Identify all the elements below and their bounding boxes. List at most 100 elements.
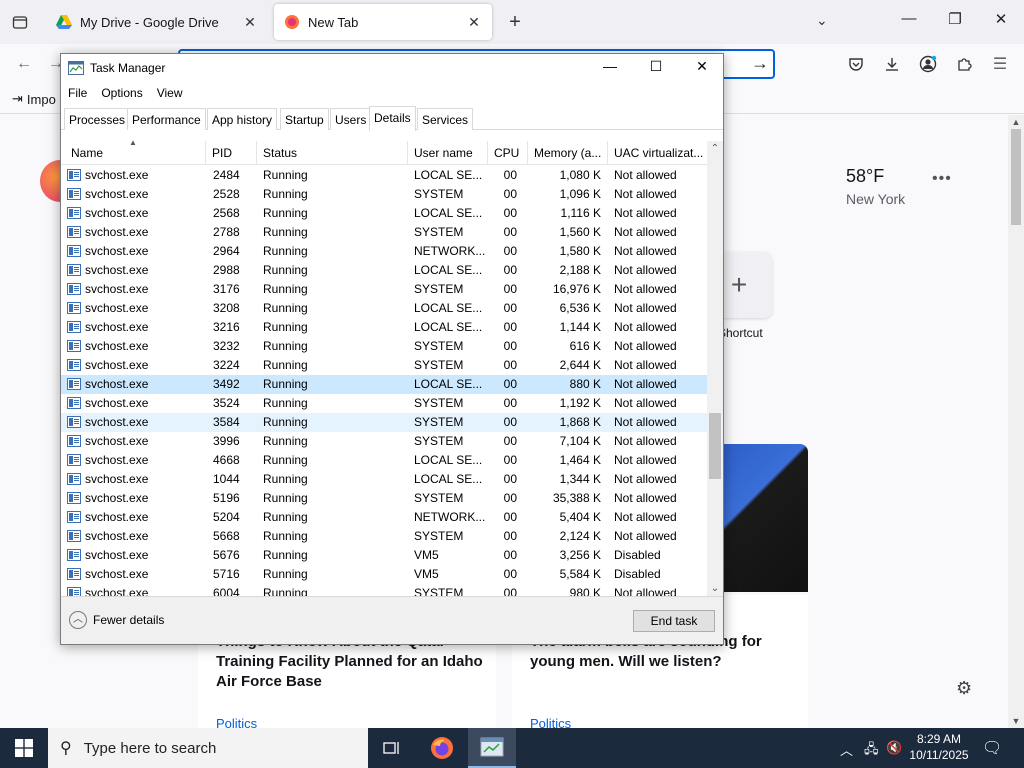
cell-name: svchost.exe [85, 415, 149, 429]
task-manager-title-bar[interactable]: Task Manager — ☐ ✕ [61, 54, 723, 82]
task-manager-taskbar-icon[interactable] [468, 728, 516, 768]
scroll-up-arrow-icon[interactable]: ⌃ [707, 143, 723, 154]
windows-start-icon[interactable] [0, 728, 48, 768]
cell-cpu: 00 [503, 396, 517, 410]
column-header-user-name[interactable]: User name [408, 141, 488, 165]
go-arrow-icon[interactable]: → [751, 53, 769, 74]
network-icon[interactable]: 🖧 [864, 740, 879, 762]
close-window-icon[interactable]: ✕ [978, 10, 1024, 28]
scroll-down-arrow-icon[interactable]: ▼ [1008, 716, 1024, 726]
cell-pid: 2788 [213, 225, 240, 239]
table-row[interactable]: svchost.exe 2528 Running SYSTEM 00 1,096 K Not… [61, 185, 707, 204]
volume-muted-icon[interactable]: 🔇 [886, 740, 902, 756]
restore-icon[interactable]: ❐ [932, 10, 978, 28]
fewer-details-toggle[interactable]: ︿ Fewer details [69, 611, 164, 629]
taskbar-search-box[interactable]: ⚲ Type here to search [48, 728, 368, 768]
close-tab-icon[interactable]: ✕ [466, 14, 482, 31]
notification-center-icon[interactable]: 🗨 [982, 738, 1002, 758]
close-tab-icon[interactable]: ✕ [242, 14, 258, 31]
browser-tab-google-drive[interactable]: My Drive - Google Drive ✕ [46, 4, 268, 40]
table-row[interactable]: svchost.exe 5668 Running SYSTEM 00 2,124 K Not… [61, 527, 707, 546]
tab-title: My Drive - Google Drive [80, 14, 219, 30]
cell-pid: 2964 [213, 244, 240, 258]
table-row[interactable]: svchost.exe 3232 Running SYSTEM 00 616 K Not a… [61, 337, 707, 356]
column-header-name[interactable]: Name [65, 141, 206, 165]
cell-user-name: LOCAL SE... [414, 168, 483, 182]
table-row[interactable]: svchost.exe 5196 Running SYSTEM 00 35,388 K No… [61, 489, 707, 508]
table-row[interactable]: svchost.exe 1044 Running LOCAL SE... 00 1,344… [61, 470, 707, 489]
pocket-icon[interactable] [844, 52, 868, 76]
scrollbar-thumb[interactable] [1011, 129, 1021, 225]
table-row[interactable]: svchost.exe 3224 Running SYSTEM 00 2,644 K Not… [61, 356, 707, 375]
table-row[interactable]: svchost.exe 3492 Running LOCAL SE... 00 880 K… [61, 375, 707, 394]
browser-tab-new-tab[interactable]: New Tab ✕ [274, 4, 492, 40]
downloads-icon[interactable] [880, 52, 904, 76]
table-row[interactable]: svchost.exe 3216 Running LOCAL SE... 00 1,144… [61, 318, 707, 337]
bookmark-import[interactable]: ⇥ Impo [12, 91, 56, 107]
task-manager-window: Task Manager — ☐ ✕ File Options View Pro… [60, 53, 724, 645]
close-window-icon[interactable]: ✕ [679, 58, 725, 75]
process-list-scrollbar[interactable]: ⌃ ⌄ [707, 141, 723, 596]
chevron-up-icon: ︿ [69, 611, 87, 629]
table-row[interactable]: svchost.exe 2988 Running LOCAL SE... 00 2,188… [61, 261, 707, 280]
tab-details[interactable]: Details [369, 106, 416, 131]
show-hidden-icons-chevron-icon[interactable]: ︿ [840, 740, 853, 759]
table-row[interactable]: svchost.exe 3208 Running LOCAL SE... 00 6,536… [61, 299, 707, 318]
minimize-icon[interactable]: — [587, 58, 633, 74]
tab-processes[interactable]: Processes [64, 108, 131, 130]
import-icon: ⇥ [12, 91, 23, 106]
hamburger-menu-icon[interactable]: ☰ [988, 52, 1012, 76]
page-scrollbar[interactable]: ▲ ▼ [1008, 115, 1024, 728]
more-options-icon[interactable]: ••• [932, 170, 952, 188]
tab-users[interactable]: Users [330, 108, 372, 130]
table-row[interactable]: svchost.exe 5716 Running VM5 00 5,584 K Disabl… [61, 565, 707, 584]
column-header-uac-virtualization[interactable]: UAC virtualizat... [608, 141, 707, 165]
table-row[interactable]: svchost.exe 3996 Running SYSTEM 00 7,104 K Not… [61, 432, 707, 451]
cell-user-name: LOCAL SE... [414, 206, 483, 220]
firefox-view-icon[interactable] [8, 10, 32, 34]
list-all-tabs-chevron-icon[interactable]: ⌄ [816, 12, 828, 29]
extensions-icon[interactable] [952, 52, 976, 76]
cell-uac-virtualization: Not allowed [614, 187, 677, 201]
column-header-pid[interactable]: PID [206, 141, 257, 165]
firefox-taskbar-icon[interactable] [418, 728, 466, 768]
table-row[interactable]: svchost.exe 2964 Running NETWORK... 00 1,580 … [61, 242, 707, 261]
table-row[interactable]: svchost.exe 5676 Running VM5 00 3,256 K Disabl… [61, 546, 707, 565]
column-header-memory[interactable]: Memory (a... [528, 141, 608, 165]
table-row[interactable]: svchost.exe 5204 Running NETWORK... 00 5,404 … [61, 508, 707, 527]
table-row[interactable]: svchost.exe 2484 Running LOCAL SE... 00 1,080… [61, 166, 707, 185]
table-row[interactable]: svchost.exe 6004 Running SYSTEM 00 980 K Not a… [61, 584, 707, 596]
minimize-icon[interactable]: — [886, 10, 932, 27]
account-icon[interactable] [916, 52, 940, 76]
task-view-icon[interactable] [368, 728, 416, 768]
menu-file[interactable]: File [61, 83, 94, 105]
table-row[interactable]: svchost.exe 3176 Running SYSTEM 00 16,976 K No… [61, 280, 707, 299]
table-row[interactable]: svchost.exe 2568 Running LOCAL SE... 00 1,116… [61, 204, 707, 223]
maximize-icon[interactable]: ☐ [633, 58, 679, 75]
menu-view[interactable]: View [150, 83, 190, 105]
tab-performance[interactable]: Performance [127, 108, 206, 130]
table-row[interactable]: svchost.exe 3584 Running SYSTEM 00 1,868 K Not… [61, 413, 707, 432]
tab-services[interactable]: Services [417, 108, 474, 130]
scroll-up-arrow-icon[interactable]: ▲ [1008, 117, 1024, 127]
gear-icon[interactable]: ⚙ [956, 678, 972, 699]
scroll-down-arrow-icon[interactable]: ⌄ [707, 583, 723, 594]
tab-app-history[interactable]: App history [207, 108, 278, 130]
tab-startup[interactable]: Startup [280, 108, 329, 130]
end-task-button[interactable]: End task [633, 610, 715, 632]
table-row[interactable]: svchost.exe 3524 Running SYSTEM 00 1,192 K Not… [61, 394, 707, 413]
process-window-icon [67, 188, 81, 200]
cell-pid: 6004 [213, 586, 240, 596]
system-clock[interactable]: 8:29 AM 10/11/2025 [906, 731, 972, 763]
cell-cpu: 00 [503, 491, 517, 505]
cell-memory: 7,104 K [559, 434, 601, 448]
scrollbar-thumb[interactable] [709, 413, 721, 479]
column-header-cpu[interactable]: CPU [488, 141, 528, 165]
weather-widget[interactable]: 58°F New York [846, 166, 905, 207]
table-row[interactable]: svchost.exe 4668 Running LOCAL SE... 00 1,464… [61, 451, 707, 470]
table-row[interactable]: svchost.exe 2788 Running SYSTEM 00 1,560 K Not… [61, 223, 707, 242]
new-tab-plus-icon[interactable]: + [504, 10, 526, 34]
column-header-status[interactable]: Status [257, 141, 408, 165]
back-arrow-icon[interactable]: ← [12, 52, 36, 76]
menu-options[interactable]: Options [94, 83, 149, 105]
